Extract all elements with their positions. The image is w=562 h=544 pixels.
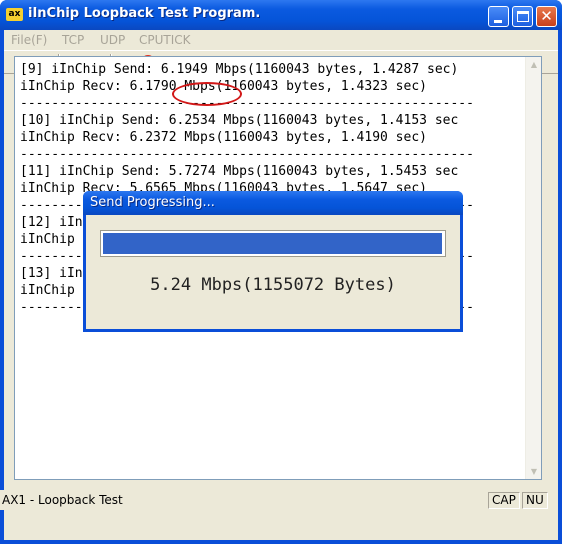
window-title: iInChip Loopback Test Program. <box>28 6 261 21</box>
menu-file[interactable]: File(F) <box>11 33 47 47</box>
menu-tcp[interactable]: TCP <box>62 33 84 47</box>
log-line: ----------------------------------------… <box>20 147 474 162</box>
dialog-title: Send Progressing... <box>90 195 215 210</box>
menu-bar: File(F) TCP UDP CPUTICK <box>4 30 558 49</box>
log-line: [10] iInChip Send: 6.2534 Mbps(1160043 b… <box>20 113 459 128</box>
menu-udp[interactable]: UDP <box>100 33 125 47</box>
title-bar[interactable]: ax iInChip Loopback Test Program. ✕ <box>0 0 562 30</box>
app-icon: ax <box>6 8 23 21</box>
log-line: [9] iInChip Send: 6.1949 Mbps(1160043 by… <box>20 62 459 77</box>
vertical-scrollbar[interactable]: ▲ ▼ <box>525 57 541 479</box>
log-line: iInChip Recv: 6.1790 Mbps(1160043 bytes,… <box>20 79 427 94</box>
log-line: [11] iInChip Send: 5.7274 Mbps(1160043 b… <box>20 164 459 179</box>
dialog-body: 5.24 Mbps(1155072 Bytes) <box>86 215 460 329</box>
scroll-up-icon[interactable]: ▲ <box>527 57 541 72</box>
menu-cputick[interactable]: CPUTICK <box>139 33 191 47</box>
progress-bar <box>100 230 446 257</box>
caps-lock-indicator: CAP <box>488 492 520 509</box>
scroll-down-icon[interactable]: ▼ <box>527 464 541 479</box>
send-progress-dialog: Send Progressing... 5.24 Mbps(1155072 By… <box>83 191 463 332</box>
dialog-title-bar[interactable]: Send Progressing... <box>83 191 463 215</box>
log-line: iInChip Recv: 6.2372 Mbps(1160043 bytes,… <box>20 130 427 145</box>
num-lock-indicator: NU <box>522 492 548 509</box>
close-icon: ✕ <box>540 7 553 25</box>
log-line: ----------------------------------------… <box>20 96 474 111</box>
progress-fill <box>103 233 442 254</box>
minimize-button[interactable] <box>488 6 509 27</box>
status-text: AX1 - Loopback Test <box>2 493 123 507</box>
minimize-icon <box>494 20 502 23</box>
close-button[interactable]: ✕ <box>536 6 557 27</box>
maximize-icon <box>517 11 529 22</box>
rate-text: 5.24 Mbps(1155072 Bytes) <box>150 275 396 295</box>
status-bar: AX1 - Loopback Test CAP NU <box>0 490 554 510</box>
maximize-button[interactable] <box>512 6 533 27</box>
